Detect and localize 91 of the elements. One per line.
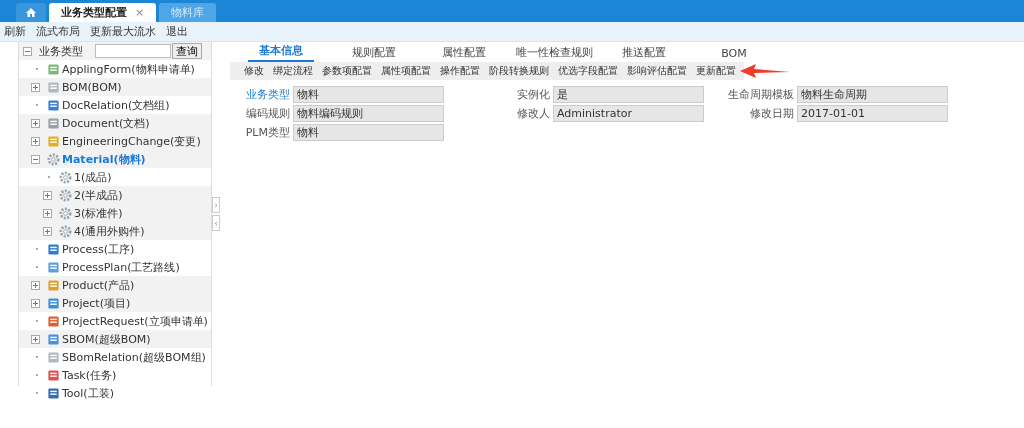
close-icon[interactable]: × (135, 6, 145, 19)
field-label: PLM类型 (244, 125, 290, 140)
tree-item[interactable]: SBOM(超级BOM) (62, 331, 151, 347)
gear-icon (47, 152, 60, 166)
document-icon (47, 62, 60, 76)
document-icon (47, 278, 60, 292)
field-link[interactable]: 业务类型 (230, 87, 290, 102)
field-label: 修改日期 (749, 106, 794, 121)
tree-item[interactable]: Document(文档) (62, 115, 150, 131)
toolbar-button[interactable]: 参数项配置 (322, 64, 372, 78)
tree-item[interactable]: DocRelation(文档组) (62, 97, 170, 113)
readonly-field: 物料 (293, 124, 444, 141)
document-icon (47, 260, 60, 274)
document-icon (47, 386, 60, 400)
document-icon (47, 314, 60, 328)
document-icon (47, 368, 60, 382)
window-tab[interactable]: 业务类型配置 × (49, 3, 157, 22)
search-field[interactable] (95, 44, 171, 58)
tree-item[interactable]: Process(工序) (62, 241, 135, 257)
field-label: 生命周期模板 (727, 87, 794, 102)
gear-icon (59, 206, 72, 220)
tree-item[interactable]: 2(半成品) (74, 187, 123, 203)
toolbar-button[interactable]: 绑定流程 (273, 64, 313, 78)
collapse-icon[interactable] (31, 154, 40, 164)
tab[interactable]: 唯一性检查规则 (509, 45, 599, 62)
tree-item[interactable]: SBomRelation(超级BOM组) (62, 349, 206, 365)
tree-item[interactable]: ApplingForm(物料申请单) (62, 61, 195, 77)
tab[interactable]: 推送配置 (599, 45, 689, 62)
tree-item[interactable]: BOM(BOM) (62, 80, 122, 94)
field-label: 编码规则 (245, 106, 290, 121)
collapse-icon[interactable] (23, 46, 32, 56)
tab[interactable]: 属性配置 (419, 45, 509, 62)
readonly-field: 物料生命周期 (797, 86, 948, 103)
toolbar-button[interactable]: 优选字段配置 (558, 64, 618, 78)
field-label: 实例化 (516, 87, 550, 102)
document-icon (47, 332, 60, 346)
document-icon (47, 350, 60, 364)
tree-root[interactable]: 业务类型 (39, 43, 95, 59)
expand-icon[interactable] (31, 82, 40, 92)
splitter[interactable]: › ‹ (212, 42, 220, 386)
tree-item[interactable]: Product(产品) (62, 277, 135, 293)
toolbar-button[interactable]: 阶段转换规则 (489, 64, 549, 78)
document-icon (47, 242, 60, 256)
tab[interactable]: BOM (689, 47, 779, 62)
expand-button[interactable]: › (212, 197, 220, 213)
gear-icon (59, 224, 72, 238)
home-tab[interactable] (16, 3, 46, 22)
toolbar-button[interactable]: 更新配置 (696, 64, 736, 78)
field-label: 修改人 (516, 106, 550, 121)
menu-item[interactable]: 更新最大流水 (90, 24, 156, 39)
menu-item[interactable]: 退出 (166, 24, 188, 39)
collapse-button[interactable]: ‹ (212, 215, 220, 231)
tree-item[interactable]: EngineeringChange(变更) (62, 133, 201, 149)
readonly-field: 是 (553, 86, 704, 103)
toolbar-button[interactable]: 操作配置 (440, 64, 480, 78)
tree-item[interactable]: 1(成品) (74, 169, 112, 185)
readonly-field: 物料编码规则 (293, 105, 444, 122)
tree-item[interactable]: 3(标准件) (74, 205, 123, 221)
tree-item[interactable]: Material(物料) (62, 151, 146, 167)
home-icon (26, 8, 36, 17)
search-button[interactable]: 查询 (172, 43, 202, 59)
expand-icon[interactable] (31, 118, 40, 128)
readonly-field: Administrator (553, 105, 704, 122)
gear-icon (59, 170, 72, 184)
tree-item[interactable]: 4(通用外购件) (74, 223, 145, 239)
toolbar-button[interactable]: 属性项配置 (381, 64, 431, 78)
document-icon (47, 80, 60, 94)
readonly-field: 物料 (293, 86, 444, 103)
tab[interactable]: 规则配置 (329, 45, 419, 62)
tree-item[interactable]: Tool(工装) (62, 385, 114, 401)
expand-icon[interactable] (43, 190, 52, 200)
document-icon (47, 296, 60, 310)
tree-item[interactable]: ProcessPlan(工艺路线) (62, 259, 180, 275)
tree-item[interactable]: ProjectRequest(立项申请单) (62, 313, 208, 329)
readonly-field: 2017-01-01 (797, 105, 948, 122)
menu-item[interactable]: 刷新 (4, 24, 26, 39)
expand-icon[interactable] (43, 208, 52, 218)
toolbar-button[interactable]: 影响评估配置 (627, 64, 687, 78)
document-icon (47, 98, 60, 112)
expand-icon[interactable] (31, 334, 40, 344)
expand-icon[interactable] (31, 298, 40, 308)
tree-item[interactable]: Project(项目) (62, 295, 131, 311)
document-icon (47, 134, 60, 148)
toolbar-button[interactable]: 修改 (244, 64, 264, 78)
expand-icon[interactable] (43, 226, 52, 236)
tree-item[interactable]: Task(任务) (62, 367, 117, 383)
expand-icon[interactable] (31, 136, 40, 146)
menu-item[interactable]: 流式布局 (36, 24, 80, 39)
gear-icon (59, 188, 72, 202)
document-icon (47, 116, 60, 130)
expand-icon[interactable] (31, 280, 40, 290)
